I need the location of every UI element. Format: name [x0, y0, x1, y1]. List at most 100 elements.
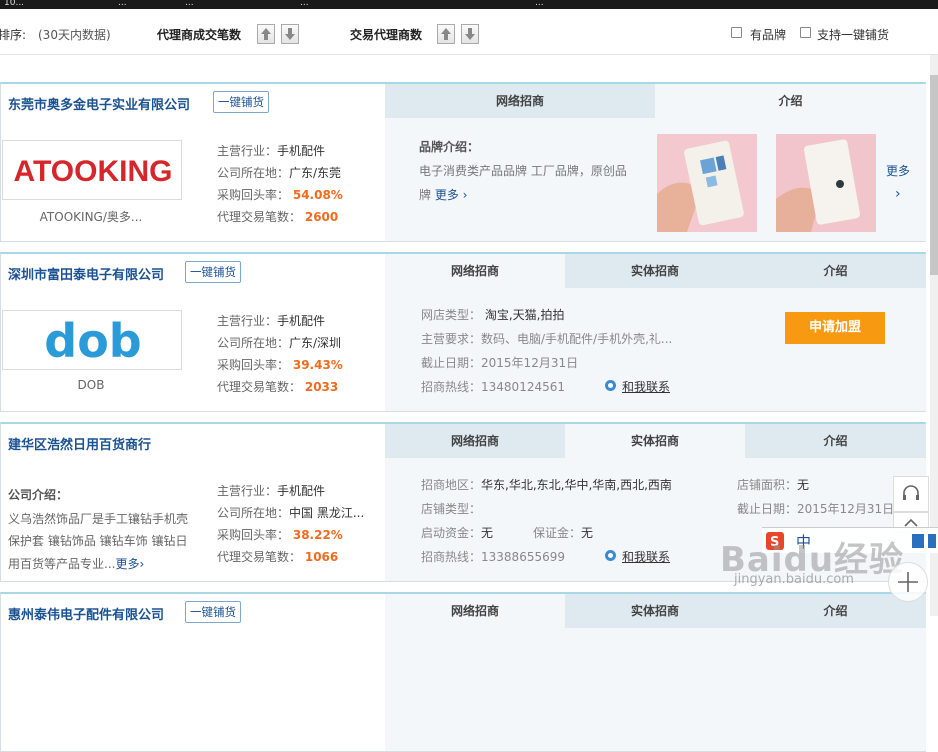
contact-link[interactable]: 和我联系 [622, 378, 670, 395]
more-link[interactable]: 更多 [435, 188, 459, 202]
baidu-watermark-url: jingyan.baidu.com [734, 572, 854, 587]
onekey-button[interactable]: 一键铺货 [213, 91, 269, 113]
svg-text:ATOOKING: ATOOKING [14, 155, 173, 188]
tab-physical-recruit[interactable]: 实体招商 [565, 424, 745, 458]
sort-note: (30天内数据) [38, 28, 111, 42]
brand-intro-label: 品牌介绍： [419, 140, 480, 154]
tab-intro[interactable]: 介绍 [745, 254, 926, 288]
tab-online-recruit[interactable]: 网络招商 [385, 254, 565, 288]
repurchase-row: 采购回头率： 54.08% [217, 188, 343, 202]
company-name[interactable]: 东莞市奥多金电子实业有限公司 [8, 94, 190, 113]
onekey-button[interactable]: 一键铺货 [185, 601, 241, 623]
company-name[interactable]: 建华区浩然日用百货商行 [8, 434, 151, 453]
browser-tab[interactable]: ... [118, 0, 127, 8]
hotline-row: 招商热线：13480124561 [421, 380, 565, 394]
sort-option-agent-count[interactable]: 交易代理商数 [350, 26, 422, 43]
sort-asc-button[interactable] [437, 24, 455, 44]
chevron-right-icon[interactable]: › [895, 186, 901, 202]
location-row: 公司所在地：中国 黑龙江... [217, 506, 365, 520]
capital-row: 启动资金：无 [421, 526, 494, 540]
card-detail-panel: 网络招商 介绍 品牌介绍： 电子消费类产品品牌 工厂品牌，原创品 牌 更多 › [385, 84, 926, 241]
tab-online-recruit[interactable]: 网络招商 [385, 594, 565, 628]
logo-caption: ATOOKING/奥多... [39, 210, 143, 224]
tab-online-recruit[interactable]: 网络招商 [385, 84, 655, 118]
hotline-row: 招商热线：13388655699 [421, 550, 565, 564]
trades-row: 代理交易笔数： 2033 [217, 380, 339, 394]
arrow-down-icon [285, 28, 295, 40]
tab-physical-recruit[interactable]: 实体招商 [565, 594, 745, 628]
repurchase-row: 采购回头率： 38.22% [217, 528, 343, 542]
company-intro-label: 公司介绍： [8, 488, 69, 502]
more-link[interactable]: 更多 [886, 162, 910, 179]
company-name[interactable]: 深圳市富田泰电子有限公司 [8, 264, 164, 283]
card-detail-panel: 网络招商 实体招商 介绍 网店类型： 淘宝,天猫,拍拍 主营要求：数码、电脑/手… [385, 254, 926, 411]
deadline-row: 截止日期：2015年12月31日 [737, 502, 895, 516]
arrow-down-icon [465, 28, 475, 40]
arrow-up-icon [441, 28, 451, 40]
company-logo[interactable]: dob [2, 310, 182, 370]
shop-type-row: 店铺类型： [421, 502, 482, 516]
tab-intro[interactable]: 介绍 [745, 424, 926, 458]
card-tabs: 网络招商 介绍 [385, 84, 926, 118]
customer-service-button[interactable] [893, 476, 929, 512]
tab-online-recruit[interactable]: 网络招商 [385, 424, 565, 458]
trades-row: 代理交易笔数： 1066 [217, 550, 339, 564]
onekey-button[interactable]: 一键铺货 [185, 261, 241, 283]
company-name[interactable]: 惠州泰伟电子配件有限公司 [8, 604, 164, 623]
browser-tab[interactable]: ... [300, 0, 309, 8]
brand-filter-label[interactable]: 有品牌 [750, 26, 786, 43]
card-detail-panel: 网络招商 实体招商 介绍 [385, 594, 926, 751]
company-intro-text: 用百货等产品专业...更多› [8, 557, 145, 571]
shirt-icon [912, 534, 924, 548]
sort-desc-button[interactable] [461, 24, 479, 44]
sort-bar: 排序: (30天内数据) 代理商成交笔数 交易代理商数 有品牌 支持一键铺货 [0, 9, 938, 55]
company-logo[interactable]: ATOOKING [2, 140, 182, 200]
browser-tab[interactable]: 10... [4, 0, 24, 8]
industry-row: 主营行业：手机配件 [217, 144, 326, 158]
region-row: 招商地区：华东,华北,东北,华中,华南,西北,西南 [421, 478, 672, 492]
add-button[interactable] [888, 562, 928, 602]
shop-area-row: 店铺面积：无 [737, 478, 810, 492]
sort-label: 排序: [0, 28, 27, 42]
brand-checkbox[interactable] [731, 27, 742, 38]
industry-row: 主营行业：手机配件 [217, 314, 326, 328]
product-image[interactable] [657, 134, 757, 232]
onekey-filter-label[interactable]: 支持一键铺货 [817, 26, 889, 43]
more-link[interactable]: 更多 [115, 557, 139, 571]
chat-icon[interactable] [605, 380, 616, 391]
contact-link[interactable]: 和我联系 [622, 548, 670, 565]
supplier-card: 深圳市富田泰电子有限公司 一键铺货 dob DOB 主营行业：手机配件 公司所在… [0, 252, 926, 412]
card-tabs: 网络招商 实体招商 介绍 [385, 594, 926, 628]
location-row: 公司所在地：广东/深圳 [217, 336, 342, 350]
location-row: 公司所在地：广东/东莞 [217, 166, 342, 180]
onekey-checkbox[interactable] [800, 27, 811, 38]
sort-desc-button[interactable] [281, 24, 299, 44]
apply-join-button[interactable]: 申请加盟 [785, 312, 885, 344]
brand-intro-text: 牌 更多 › [419, 188, 468, 202]
deadline-row: 截止日期：2015年12月31日 [421, 356, 579, 370]
headset-icon [903, 485, 919, 500]
requirement-row: 主营要求：数码、电脑/手机配件/手机外壳,礼... [421, 332, 673, 346]
industry-row: 主营行业：手机配件 [217, 484, 326, 498]
deposit-row: 保证金：无 [533, 526, 594, 540]
company-intro-text: 义乌浩然饰品厂是手工镶钻手机壳 [8, 512, 189, 526]
sort-option-agent-trades[interactable]: 代理商成交笔数 [157, 26, 241, 43]
tab-intro[interactable]: 介绍 [655, 84, 926, 118]
company-intro-text: 保护套 镶钻饰品 镶钻车饰 镶钻日 [8, 534, 188, 548]
browser-tab[interactable]: ... [185, 0, 194, 8]
plus-icon [898, 572, 918, 592]
browser-tab-strip: 10... ... ... ... ... [0, 0, 938, 9]
browser-tab[interactable]: ... [535, 0, 544, 8]
card-tabs: 网络招商 实体招商 介绍 [385, 424, 926, 458]
logo-caption: DOB [77, 378, 105, 392]
svg-text:dob: dob [44, 314, 141, 368]
tab-physical-recruit[interactable]: 实体招商 [565, 254, 745, 288]
product-image[interactable] [776, 134, 876, 232]
chat-icon[interactable] [605, 550, 616, 561]
repurchase-row: 采购回头率： 39.43% [217, 358, 343, 372]
sort-asc-button[interactable] [257, 24, 275, 44]
scrollbar-thumb[interactable] [930, 75, 938, 275]
shop-type-row: 网店类型： 淘宝,天猫,拍拍 [421, 308, 565, 322]
arrow-up-icon [261, 28, 271, 40]
brand-intro-text: 电子消费类产品品牌 工厂品牌，原创品 [419, 164, 627, 178]
